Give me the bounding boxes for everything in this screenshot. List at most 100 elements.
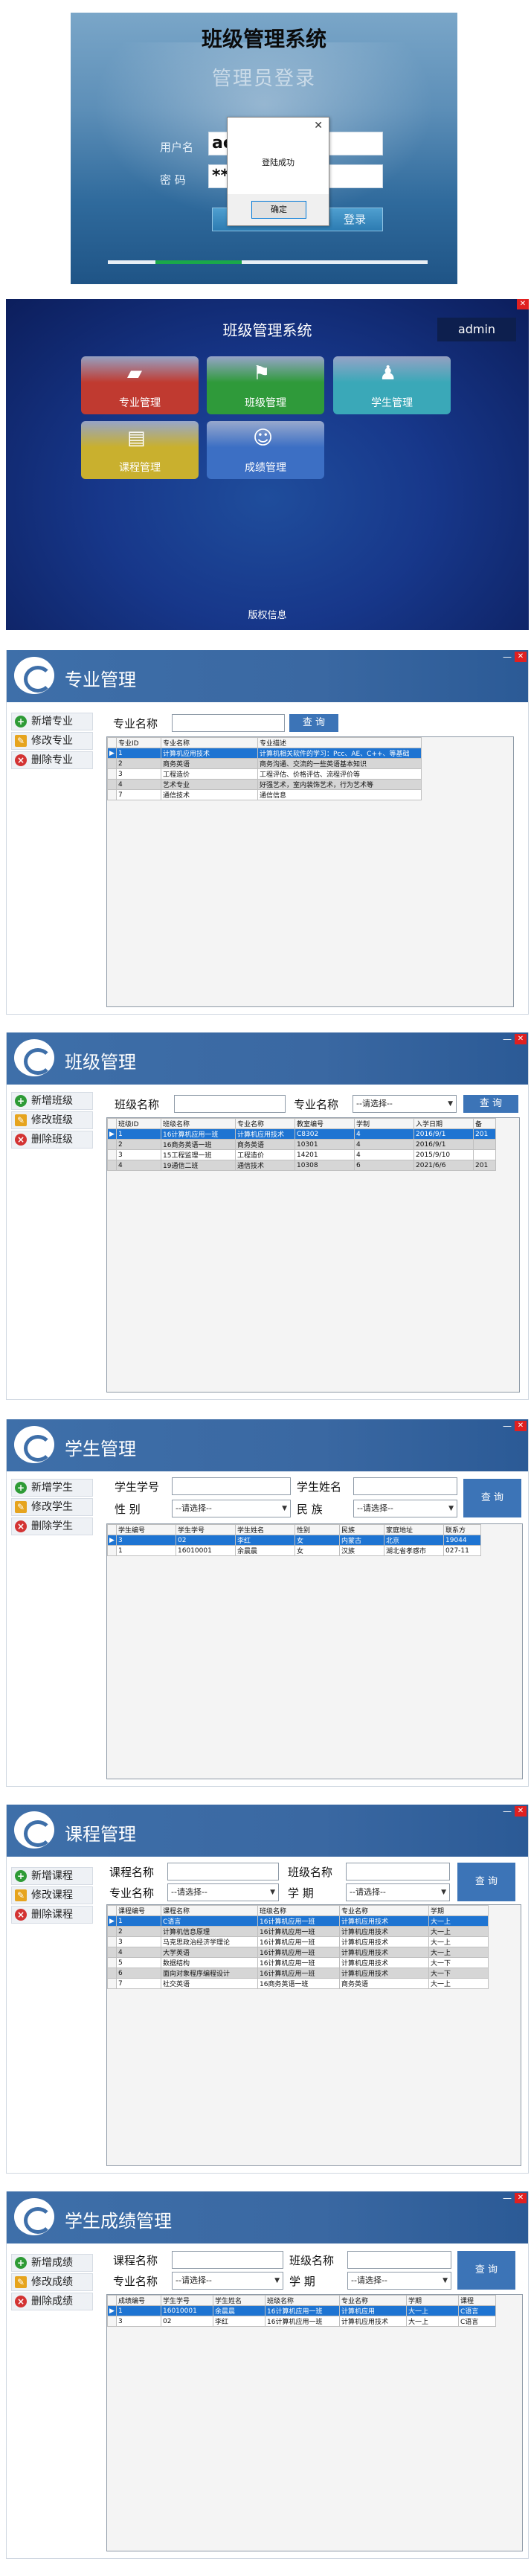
add-score-button[interactable]: + 新增成绩 xyxy=(11,2254,93,2272)
score-class-input[interactable] xyxy=(347,2251,451,2269)
column-header[interactable]: 民族 xyxy=(339,1524,384,1535)
student-no-input[interactable] xyxy=(172,1477,291,1495)
column-header[interactable]: 联系方 xyxy=(443,1524,481,1535)
table-row[interactable]: 2 16商务英语一班 商务英语 10301 4 2016/9/1 xyxy=(107,1139,496,1150)
column-header[interactable]: 学生学号 xyxy=(176,1524,236,1535)
row-header[interactable]: ▶ xyxy=(107,2305,117,2316)
row-header[interactable]: ▶ xyxy=(107,748,117,759)
column-header[interactable]: 学期 xyxy=(406,2295,459,2306)
course-query-button[interactable]: 查 询 xyxy=(457,1863,515,1901)
row-header[interactable] xyxy=(107,1139,117,1150)
column-header[interactable]: 班级ID xyxy=(116,1118,161,1129)
score-major-select[interactable]: --请选择-- ▼ xyxy=(172,2272,283,2290)
row-header[interactable] xyxy=(107,758,117,769)
column-header[interactable]: 专业名称 xyxy=(339,1905,429,1916)
column-header[interactable]: 成绩编号 xyxy=(116,2295,161,2306)
row-header[interactable] xyxy=(107,768,117,780)
course-term-select[interactable]: --请选择-- ▼ xyxy=(346,1883,450,1901)
delete-course-button[interactable]: × 删除课程 xyxy=(11,1906,93,1924)
row-header[interactable] xyxy=(107,1160,117,1171)
close-icon[interactable]: ✕ xyxy=(515,1421,527,1431)
column-header[interactable]: 学期 xyxy=(428,1905,489,1916)
menu-tile-4[interactable]: ☺ 成绩管理 xyxy=(207,421,324,479)
table-row[interactable]: 4 艺术专业 好强艺术，室内装饰艺术，行为艺术等 xyxy=(107,779,422,790)
table-row[interactable]: 2 计算机信息原理 16计算机应用一班 计算机应用技术 大一上 xyxy=(107,1926,489,1937)
table-row[interactable]: 3 15工程监理一班 工程造价 14201 4 2015/9/10 xyxy=(107,1149,496,1160)
table-row[interactable]: 1 16010001 余晨晨女汉族 湖北省孝感市 027-11 xyxy=(107,1545,481,1556)
table-row[interactable]: 3 02 李红 16计算机应用一班 计算机应用技术 大一上 C语言 xyxy=(107,2316,496,2327)
column-header[interactable]: 班级名称 xyxy=(257,1905,340,1916)
edit-score-button[interactable]: ✎ 修改成绩 xyxy=(11,2273,93,2291)
score-term-select[interactable]: --请选择-- ▼ xyxy=(347,2272,451,2290)
row-header[interactable] xyxy=(107,2316,117,2327)
class-name-input[interactable] xyxy=(174,1095,286,1113)
minimize-icon[interactable]: — xyxy=(501,1806,513,1817)
major-query-button[interactable]: 查 询 xyxy=(289,714,338,732)
column-header[interactable]: 学生学号 xyxy=(161,2295,213,2306)
column-header[interactable]: 专业描述 xyxy=(257,737,422,748)
menu-tile-3[interactable]: ▤ 课程管理 xyxy=(81,421,199,479)
minimize-icon[interactable]: — xyxy=(501,2193,513,2203)
edit-student-button[interactable]: ✎ 修改学生 xyxy=(11,1498,93,1516)
add-class-button[interactable]: + 新增班级 xyxy=(11,1092,93,1110)
row-header[interactable] xyxy=(107,1957,117,1968)
minimize-icon[interactable]: — xyxy=(501,1421,513,1431)
menu-tile-2[interactable]: ♟ 学生管理 xyxy=(333,356,451,414)
column-header[interactable]: 性别 xyxy=(295,1524,340,1535)
minimize-icon[interactable]: — xyxy=(501,652,513,662)
column-header[interactable]: 课程编号 xyxy=(116,1905,161,1916)
column-header[interactable]: 备 xyxy=(473,1118,496,1129)
row-header[interactable] xyxy=(107,1968,117,1979)
student-name-input[interactable] xyxy=(353,1477,457,1495)
table-row[interactable]: ▶ 3 02 李红女内蒙古 北京 19044 xyxy=(107,1535,481,1546)
row-header[interactable] xyxy=(107,1149,117,1160)
row-header[interactable] xyxy=(107,1936,117,1947)
add-student-button[interactable]: + 新增学生 xyxy=(11,1479,93,1497)
column-header[interactable]: 专业名称 xyxy=(161,737,258,748)
table-row[interactable]: 3 工程造价 工程评估、价格评估、流程评价等 xyxy=(107,768,422,780)
edit-major-button[interactable]: ✎ 修改专业 xyxy=(11,732,93,750)
delete-score-button[interactable]: × 删除成绩 xyxy=(11,2293,93,2310)
row-header[interactable] xyxy=(107,1947,117,1958)
column-header[interactable]: 家庭地址 xyxy=(384,1524,444,1535)
student-nation-select[interactable]: --请选择-- ▼ xyxy=(353,1500,457,1517)
column-header[interactable]: 学生姓名 xyxy=(235,1524,295,1535)
edit-class-button[interactable]: ✎ 修改班级 xyxy=(11,1111,93,1129)
close-icon[interactable]: ✕ xyxy=(515,1034,527,1044)
class-query-button[interactable]: 查 询 xyxy=(463,1095,518,1113)
dialog-close-icon[interactable]: ✕ xyxy=(314,120,323,132)
menu-close-icon[interactable]: ✕ xyxy=(517,299,529,309)
student-gender-select[interactable]: --请选择-- ▼ xyxy=(172,1500,291,1517)
row-header[interactable] xyxy=(107,1545,117,1556)
table-row[interactable]: 4 19通信二班 通信技术 10308 6 2021/6/6 201 xyxy=(107,1160,496,1171)
table-row[interactable]: 2 商务英语 商务沟通、交流的一些英语基本知识 xyxy=(107,758,422,769)
row-header[interactable] xyxy=(107,789,117,800)
add-course-button[interactable]: + 新增课程 xyxy=(11,1867,93,1885)
table-row[interactable]: ▶ 1 16010001 余晨晨 16计算机应用一班 计算机应用 大一上 C语言 xyxy=(107,2305,496,2316)
column-header[interactable]: 专业ID xyxy=(116,737,161,748)
table-row[interactable]: 5 数据结构 16计算机应用一班 计算机应用技术 大一下 xyxy=(107,1957,489,1968)
table-row[interactable]: 4 大学英语 16计算机应用一班 计算机应用技术 大一上 xyxy=(107,1947,489,1958)
score-course-input[interactable] xyxy=(172,2251,283,2269)
table-row[interactable]: 3 马克思政治经济学理论 16计算机应用一班 计算机应用技术 大一上 xyxy=(107,1936,489,1947)
course-major-select[interactable]: --请选择-- ▼ xyxy=(167,1883,279,1901)
row-header[interactable]: ▶ xyxy=(107,1128,117,1140)
row-header[interactable] xyxy=(107,1978,117,1989)
major-name-input[interactable] xyxy=(172,714,285,732)
edit-course-button[interactable]: ✎ 修改课程 xyxy=(11,1886,93,1904)
delete-student-button[interactable]: × 删除学生 xyxy=(11,1517,93,1535)
delete-major-button[interactable]: × 删除专业 xyxy=(11,751,93,769)
table-row[interactable]: 7 通信技术 通信信息 xyxy=(107,789,422,800)
menu-tile-1[interactable]: ⚑ 班级管理 xyxy=(207,356,324,414)
column-header[interactable]: 课程名称 xyxy=(161,1905,258,1916)
column-header[interactable]: 专业名称 xyxy=(235,1118,295,1129)
column-header[interactable]: 班级名称 xyxy=(161,1118,236,1129)
column-header[interactable]: 班级名称 xyxy=(265,2295,340,2306)
row-header[interactable] xyxy=(107,1926,117,1937)
score-query-button[interactable]: 查 询 xyxy=(457,2251,515,2290)
table-row[interactable]: 7 社交英语 16商务英语一班 商务英语 大一上 xyxy=(107,1978,489,1989)
class-major-select[interactable]: --请选择-- ▼ xyxy=(353,1095,457,1113)
column-header[interactable]: 入学日期 xyxy=(413,1118,474,1129)
row-header[interactable]: ▶ xyxy=(107,1535,117,1546)
course-name-input[interactable] xyxy=(167,1863,279,1880)
